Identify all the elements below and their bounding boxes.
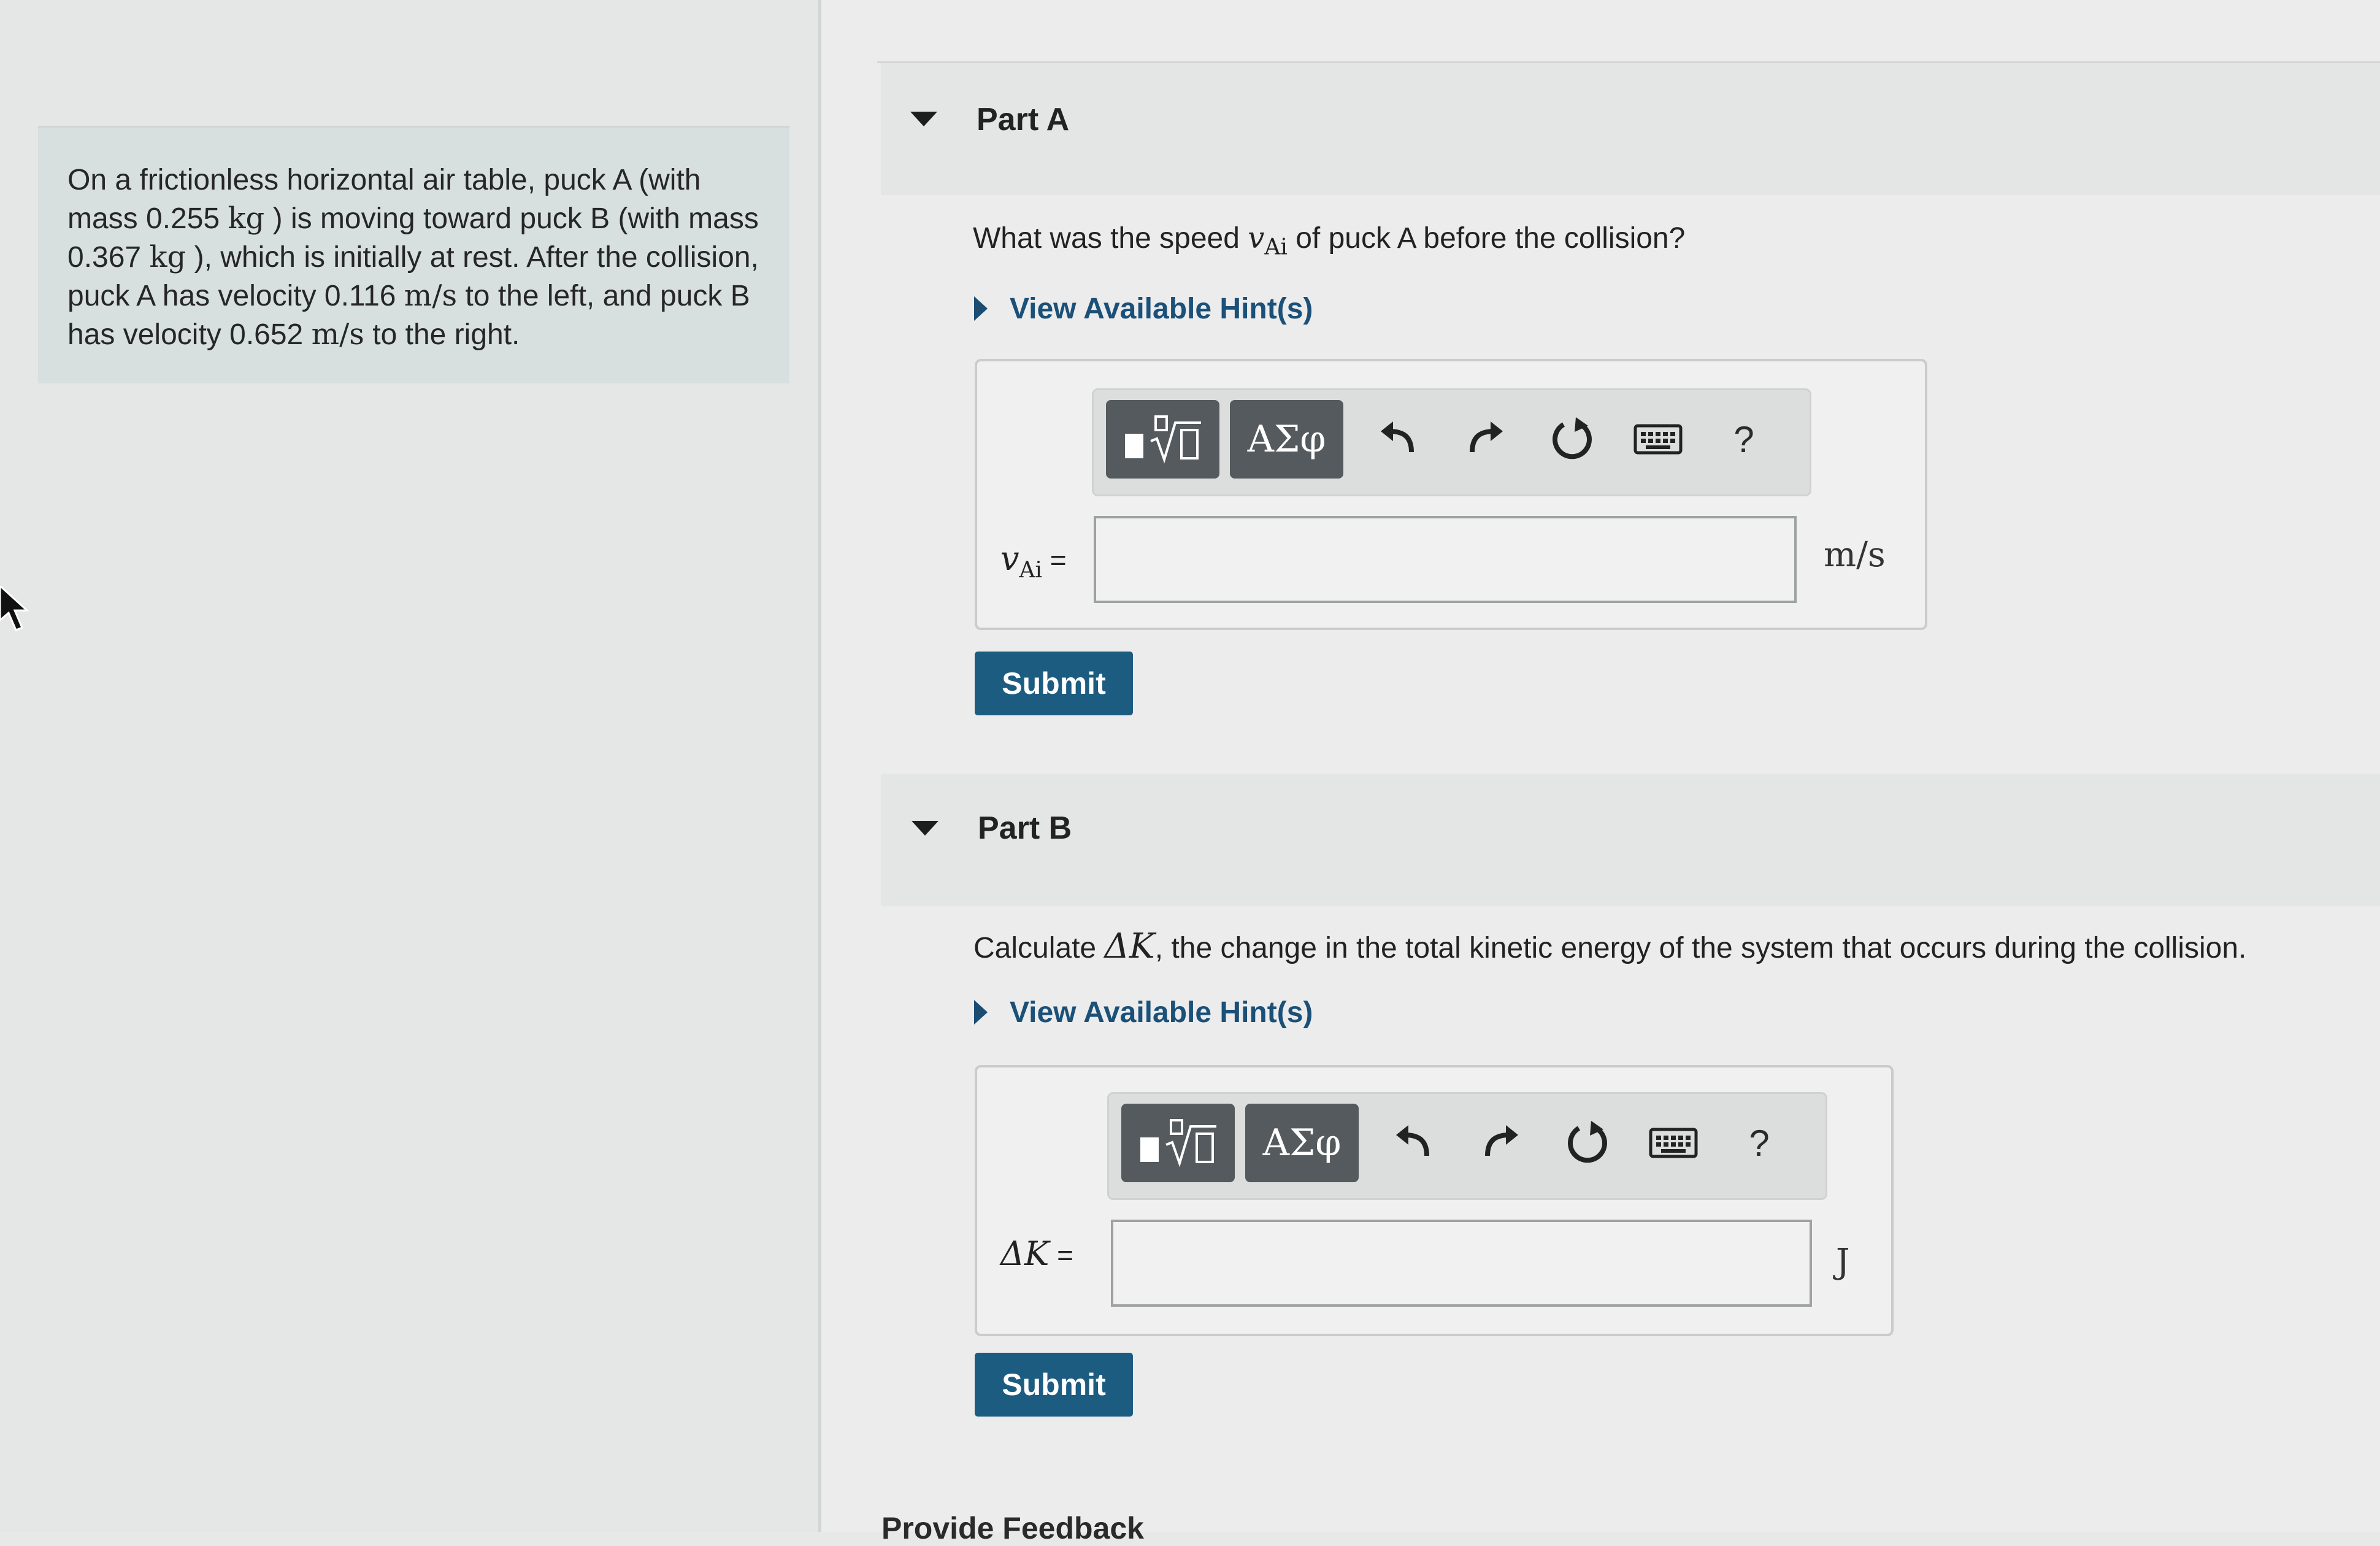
keyboard-icon	[1633, 424, 1683, 455]
part-b-title: Part B	[978, 810, 1072, 846]
mouse-cursor-icon	[0, 586, 29, 631]
unit-kg: kg	[228, 201, 265, 236]
collapse-caret-icon[interactable]	[912, 821, 939, 836]
expand-caret-icon[interactable]	[974, 296, 988, 321]
templates-icon	[1140, 1119, 1216, 1167]
undo-button[interactable]	[1364, 400, 1431, 479]
keyboard-icon	[1649, 1128, 1698, 1158]
collapse-caret-icon[interactable]	[910, 112, 937, 126]
help-button[interactable]: ?	[1726, 1104, 1793, 1182]
undo-icon	[1396, 1125, 1429, 1156]
undo-icon	[1381, 421, 1414, 453]
unit-label: m/s	[1824, 535, 1886, 575]
templates-button[interactable]	[1106, 400, 1219, 479]
greek-symbols-button[interactable]: ΑΣφ	[1230, 400, 1343, 479]
greek-symbols-icon: ΑΣφ	[1247, 418, 1326, 461]
keyboard-button[interactable]	[1640, 1104, 1707, 1182]
unit-label: J	[1836, 1242, 1850, 1282]
redo-button[interactable]	[1468, 1104, 1535, 1182]
unit-m-per-s: m/s	[404, 279, 458, 313]
keyboard-button[interactable]	[1624, 400, 1692, 479]
problem-text-5: to the right.	[364, 318, 520, 351]
answer-input[interactable]	[1094, 516, 1797, 603]
templates-icon	[1124, 415, 1201, 464]
submit-button[interactable]: Submit	[975, 1353, 1133, 1417]
part-a-answer-box: ΑΣφ ? vAi = m/s	[975, 359, 1927, 630]
help-icon: ?	[1749, 1122, 1770, 1164]
reset-icon	[1553, 417, 1592, 460]
help-icon: ?	[1733, 418, 1754, 460]
greek-symbols-icon: ΑΣφ	[1262, 1121, 1342, 1164]
part-b-header[interactable]	[881, 774, 2380, 906]
unit-m-per-s: m/s	[311, 317, 364, 352]
reset-button[interactable]	[1554, 1104, 1621, 1182]
answer-variable-label: vAi =	[1000, 539, 1067, 583]
answer-input[interactable]	[1111, 1220, 1812, 1307]
help-button[interactable]: ?	[1710, 400, 1778, 479]
answer-variable-label: ΔK =	[1000, 1234, 1073, 1273]
part-b-answer-box: ΑΣφ ? ΔK = J	[975, 1065, 1894, 1336]
part-b-question: Calculate ΔK, the change in the total ki…	[973, 926, 2247, 966]
part-a-title: Part A	[977, 102, 1070, 137]
redo-button[interactable]	[1453, 400, 1520, 479]
problem-statement: On a frictionless horizontal air table, …	[38, 126, 789, 383]
view-hints-link[interactable]: View Available Hint(s)	[1010, 292, 1313, 326]
reset-icon	[1568, 1121, 1607, 1163]
greek-symbols-button[interactable]: ΑΣφ	[1245, 1104, 1359, 1182]
redo-icon	[1470, 421, 1503, 453]
math-toolbar: ΑΣφ ?	[1092, 388, 1811, 496]
reset-button[interactable]	[1538, 400, 1606, 479]
math-toolbar: ΑΣφ ?	[1107, 1092, 1827, 1200]
redo-icon	[1485, 1125, 1518, 1156]
part-a-question: What was the speed vAi of puck A before …	[973, 221, 1686, 260]
view-hints-link[interactable]: View Available Hint(s)	[1010, 996, 1313, 1029]
expand-caret-icon[interactable]	[974, 1000, 988, 1025]
unit-kg: kg	[149, 240, 186, 274]
templates-button[interactable]	[1121, 1104, 1235, 1182]
submit-button[interactable]: Submit	[975, 652, 1133, 715]
part-a-header[interactable]	[881, 63, 2380, 195]
provide-feedback-link[interactable]: Provide Feedback	[881, 1510, 1144, 1546]
undo-button[interactable]	[1379, 1104, 1446, 1182]
